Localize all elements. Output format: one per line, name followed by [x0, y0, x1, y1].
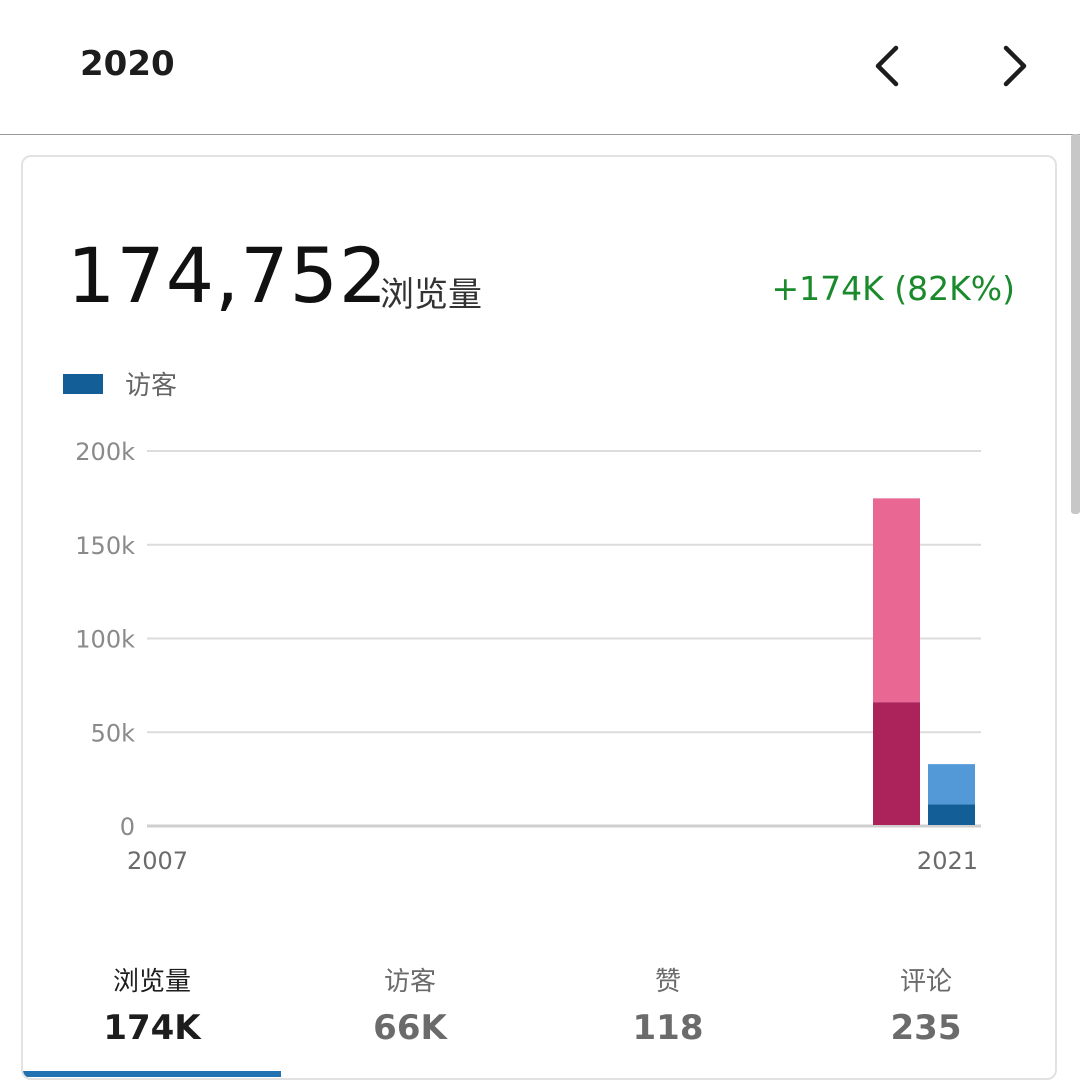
metric-tab[interactable]: 浏览量 174K: [23, 947, 281, 1077]
metric-tab[interactable]: 访客 66K: [281, 947, 539, 1077]
top-bar: 2020: [0, 0, 1080, 135]
y-tick-label: 150k: [75, 532, 135, 560]
y-tick-label: 50k: [91, 719, 136, 747]
chevron-right-icon: [1003, 45, 1027, 87]
views-bar: [873, 498, 920, 703]
x-tick-label: 2007: [127, 847, 188, 875]
metric-tab-value: 235: [890, 1008, 962, 1048]
stats-card: 174,752 浏览量 +174K (82K%) 访客 0 50k 100k 150k…: [21, 155, 1057, 1080]
metric-tab-label: 访客: [383, 967, 436, 997]
page-scrollbar[interactable]: [1071, 134, 1080, 514]
active-tab-indicator: [23, 1071, 281, 1077]
metric-tab-label: 评论: [899, 967, 952, 997]
metric-tab[interactable]: 评论 235: [797, 947, 1055, 1077]
views-bar-highlight: [873, 702, 920, 825]
metric-tab[interactable]: 赞 118: [539, 947, 797, 1077]
metric-tab-value: 174K: [103, 1008, 201, 1048]
next-year-button[interactable]: [984, 36, 1044, 96]
chevron-left-icon: [875, 45, 899, 87]
y-tick-label: 200k: [75, 438, 135, 466]
metric-tab-value: 66K: [373, 1008, 447, 1048]
year-title: 2020: [80, 44, 175, 84]
metric-tabs: 浏览量 174K 访客 66K 赞 118 评论 235: [23, 947, 1055, 1077]
y-tick-label: 100k: [75, 626, 135, 654]
metric-tab-value: 118: [632, 1008, 704, 1048]
y-tick-label: 0: [120, 813, 135, 841]
previous-year-button[interactable]: [858, 36, 918, 96]
visitors-bar-highlight: [928, 804, 975, 825]
metric-tab-label: 浏览量: [112, 967, 191, 997]
metric-tab-label: 赞: [654, 967, 681, 997]
x-tick-label: 2021: [917, 847, 978, 875]
visitors-bar: [928, 764, 975, 805]
bar-chart: 0 50k 100k 150k 200k 2007 2021: [75, 438, 981, 875]
